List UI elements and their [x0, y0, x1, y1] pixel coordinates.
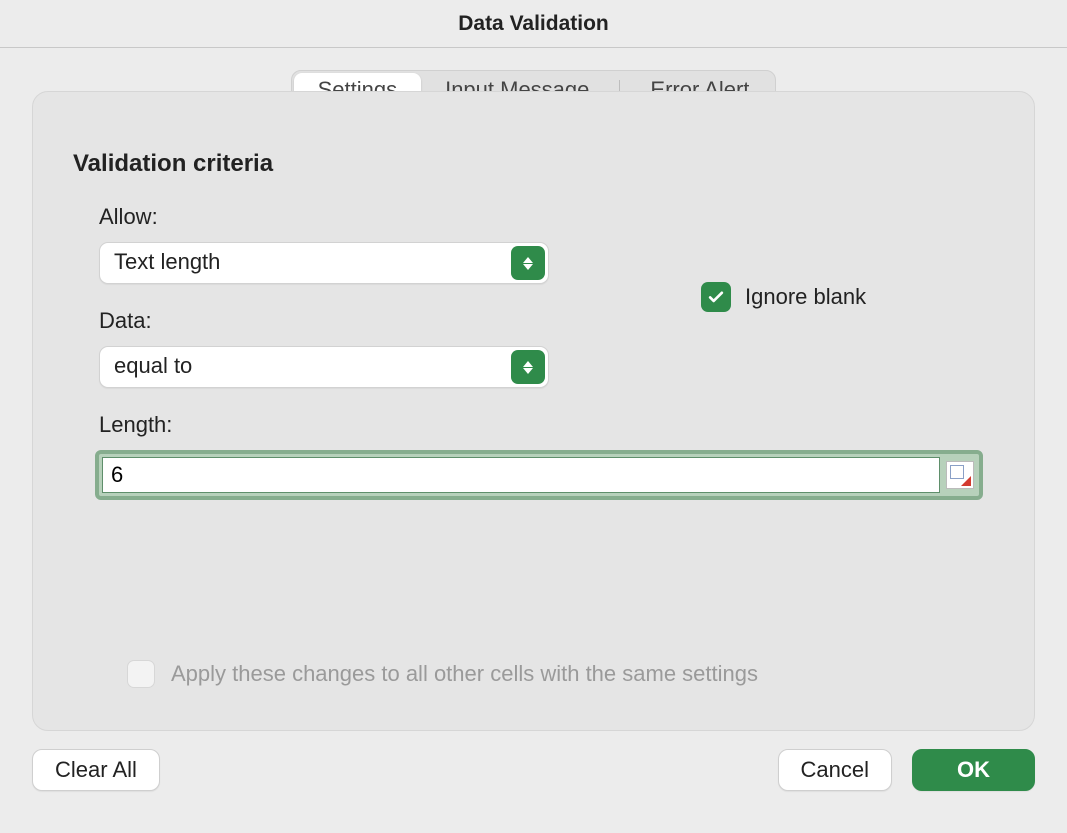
apply-all-label: Apply these changes to all other cells w…	[171, 661, 758, 687]
ok-button[interactable]: OK	[912, 749, 1035, 791]
allow-select-value: Text length	[99, 242, 549, 284]
length-input[interactable]	[102, 457, 940, 493]
allow-label: Allow:	[99, 204, 994, 230]
section-heading: Validation criteria	[73, 150, 994, 178]
ignore-blank-row: Ignore blank	[701, 282, 866, 312]
settings-panel: Validation criteria Allow: Text length D…	[32, 91, 1035, 731]
data-select-value: equal to	[99, 346, 549, 388]
dialog-footer: Clear All Cancel OK	[0, 731, 1067, 791]
ignore-blank-checkbox[interactable]	[701, 282, 731, 312]
ignore-blank-label: Ignore blank	[745, 284, 866, 310]
length-label: Length:	[99, 412, 994, 438]
range-picker-icon[interactable]	[946, 461, 974, 489]
chevron-updown-icon	[511, 350, 545, 384]
dialog-title: Data Validation	[0, 0, 1067, 48]
data-select[interactable]: equal to	[99, 346, 549, 388]
apply-all-row: Apply these changes to all other cells w…	[127, 660, 758, 688]
validation-form: Allow: Text length Data: equal to Length…	[73, 204, 994, 438]
checkmark-icon	[706, 287, 726, 307]
length-input-wrapper	[95, 450, 983, 500]
chevron-updown-icon	[511, 246, 545, 280]
allow-select[interactable]: Text length	[99, 242, 549, 284]
apply-all-checkbox	[127, 660, 155, 688]
clear-all-button[interactable]: Clear All	[32, 749, 160, 791]
cancel-button[interactable]: Cancel	[778, 749, 892, 791]
